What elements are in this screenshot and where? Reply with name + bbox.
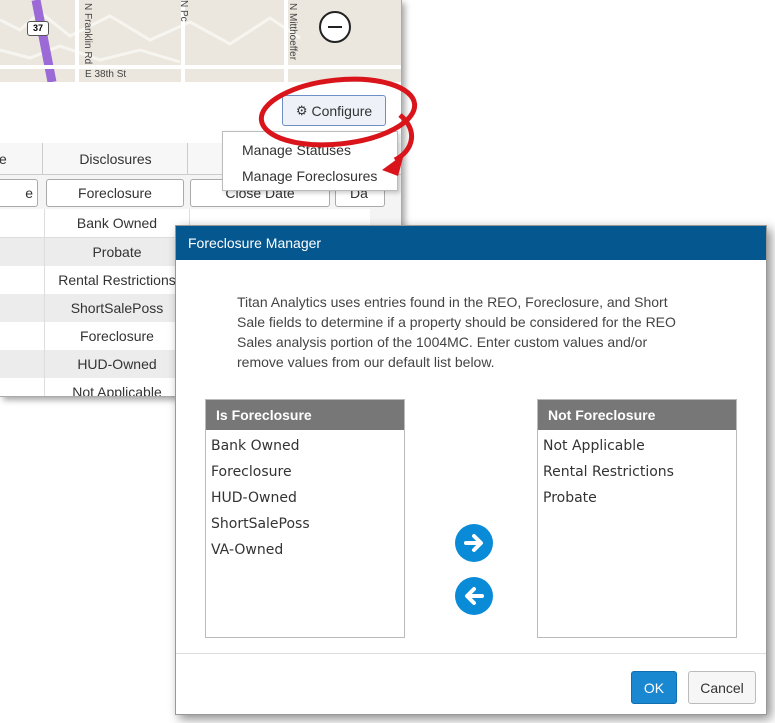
configure-label: Configure: [311, 102, 373, 119]
list-header-not-foreclosure: Not Foreclosure: [538, 400, 736, 430]
filter-input[interactable]: e: [0, 179, 38, 207]
road-label: E 38th St: [85, 69, 127, 80]
ok-button[interactable]: OK: [631, 671, 677, 704]
move-left-button[interactable]: [455, 577, 493, 615]
menu-item-manage-foreclosures[interactable]: Manage Foreclosures: [242, 168, 377, 184]
list-item[interactable]: Foreclosure: [206, 459, 404, 485]
map-view[interactable]: 37 N Franklin Rd N Pc N Mitthoeffer E 38…: [0, 0, 401, 82]
list-item[interactable]: Bank Owned: [206, 433, 404, 459]
foreclosure-manager-dialog: Foreclosure Manager Titan Analytics uses…: [175, 225, 767, 715]
filter-input-disclosures[interactable]: Foreclosure: [46, 179, 184, 207]
arrow-right-icon: [464, 534, 483, 552]
list-item[interactable]: ShortSalePoss: [206, 511, 404, 537]
zoom-out-icon[interactable]: [319, 11, 351, 43]
table-cell: HUD-Owned: [44, 350, 190, 378]
list-item[interactable]: Not Applicable: [538, 433, 736, 459]
dialog-description: Titan Analytics uses entries found in th…: [237, 294, 676, 370]
column-header[interactable]: e: [0, 143, 43, 175]
list-header-is-foreclosure: Is Foreclosure: [206, 400, 404, 430]
column-header-disclosures[interactable]: Disclosures: [42, 143, 188, 175]
list-item[interactable]: VA-Owned: [206, 537, 404, 563]
road-label: N Franklin Rd: [82, 3, 93, 65]
list-item[interactable]: Probate: [538, 485, 736, 511]
list-item[interactable]: Rental Restrictions: [538, 459, 736, 485]
configure-dropdown-menu: Manage Statuses Manage Foreclosures: [222, 131, 398, 191]
is-foreclosure-list[interactable]: Is Foreclosure Bank Owned Foreclosure HU…: [205, 399, 405, 638]
cancel-button[interactable]: Cancel: [688, 671, 756, 704]
move-right-button[interactable]: [455, 524, 493, 562]
table-cell: Not Applicable: [44, 378, 190, 396]
gear-icon: ⚙: [295, 102, 308, 118]
menu-item-manage-statuses[interactable]: Manage Statuses: [242, 142, 351, 158]
route-shield: 37: [27, 21, 49, 36]
dialog-title: Foreclosure Manager: [176, 226, 766, 260]
table-cell: Rental Restrictions: [44, 266, 190, 294]
configure-button[interactable]: ⚙ Configure: [282, 95, 386, 126]
table-cell: Probate: [44, 238, 190, 266]
dialog-footer: OK Cancel: [176, 653, 766, 715]
table-cell: Foreclosure: [44, 322, 190, 350]
list-item[interactable]: HUD-Owned: [206, 485, 404, 511]
arrow-left-icon: [465, 587, 484, 605]
not-foreclosure-list[interactable]: Not Foreclosure Not Applicable Rental Re…: [537, 399, 737, 638]
road-label: N Mitthoeffer: [287, 3, 298, 61]
table-cell: Bank Owned: [44, 209, 190, 237]
road-label: N Pc: [178, 0, 189, 22]
table-cell: ShortSalePoss: [44, 294, 190, 322]
